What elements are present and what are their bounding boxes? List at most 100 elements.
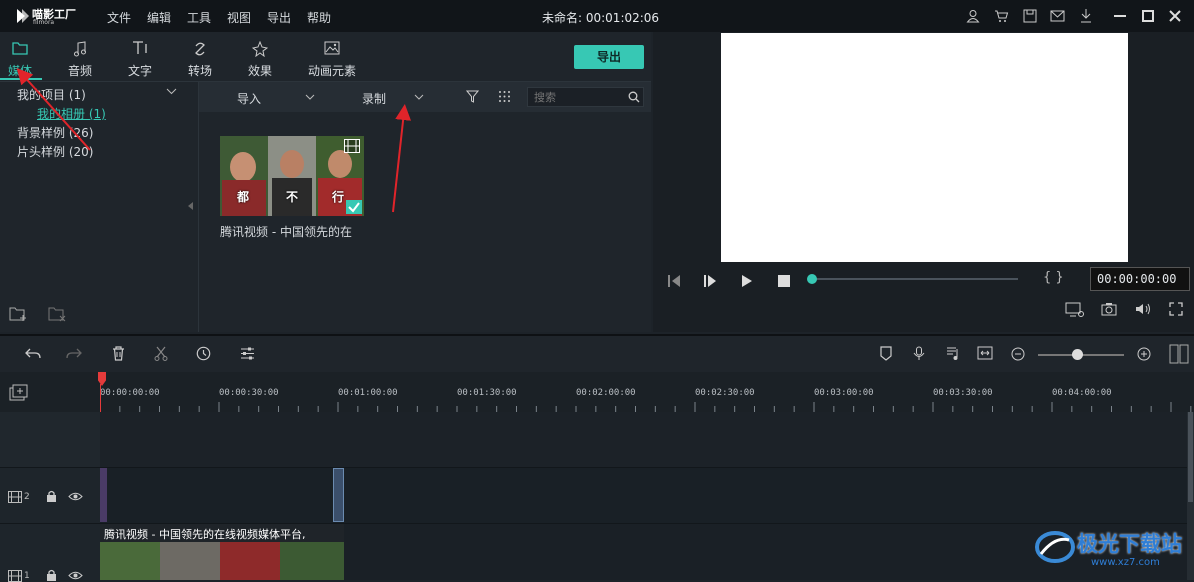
marker-icon[interactable] <box>880 346 892 361</box>
ruler-label: 00:00:30:00 <box>219 388 279 398</box>
track-header-2: 2 <box>0 467 100 523</box>
tab-effects[interactable]: 效果 <box>230 32 290 80</box>
menu-tools[interactable]: 工具 <box>187 9 211 26</box>
watermark-url: www.xz7.com <box>1091 557 1160 568</box>
record-dropdown[interactable]: 录制 <box>362 90 386 107</box>
thumb-caption-1: 都 <box>237 190 250 204</box>
tree-background-samples[interactable]: 背景样例 (26) <box>17 124 93 141</box>
adjust-icon[interactable] <box>240 346 255 361</box>
thumb-caption-2: 不 <box>286 190 299 204</box>
media-item-name: 腾讯视频 - 中国领先的在 <box>220 225 352 239</box>
zoom-in-icon[interactable] <box>1137 347 1151 361</box>
media-thumbnail[interactable]: 都 不 行 <box>220 136 364 216</box>
clip-handle-left[interactable] <box>100 468 107 522</box>
tab-elements[interactable]: 动画元素 <box>302 32 362 80</box>
collapse-panel-icon[interactable] <box>188 202 194 210</box>
timeline-scroll-thumb[interactable] <box>1188 412 1193 502</box>
delete-folder-icon[interactable] <box>48 306 68 322</box>
track-header-1: 1 <box>0 523 100 582</box>
timecode-display: 00:00:00:00 <box>1097 272 1177 286</box>
redo-icon[interactable] <box>66 347 82 361</box>
import-chevron-icon[interactable] <box>305 94 315 100</box>
track-headers: 2 1 <box>0 412 100 582</box>
menu-view[interactable]: 视图 <box>227 9 251 26</box>
fullscreen-icon[interactable] <box>1169 302 1183 316</box>
menu-edit[interactable]: 编辑 <box>147 9 171 26</box>
clip-title: 腾讯视频 - 中国领先的在线视频媒体平台, <box>104 528 306 541</box>
video-clip[interactable]: 腾讯视频 - 中国领先的在线视频媒体平台, <box>100 524 344 580</box>
export-button[interactable]: 导出 <box>574 45 644 69</box>
display-settings-icon[interactable] <box>1065 302 1085 318</box>
delete-icon[interactable] <box>112 346 125 361</box>
tab-text[interactable]: 文字 <box>110 32 170 80</box>
preview-canvas <box>721 33 1128 262</box>
thumb-caption-3: 行 <box>332 190 345 204</box>
filter-icon[interactable] <box>466 90 479 103</box>
cart-icon[interactable] <box>994 9 1009 23</box>
tree-intro-samples[interactable]: 片头样例 (20) <box>17 143 93 160</box>
prev-frame-icon[interactable] <box>667 274 681 288</box>
undo-icon[interactable] <box>25 347 41 361</box>
save-icon[interactable] <box>1023 9 1037 23</box>
lock-icon[interactable] <box>46 569 57 581</box>
playback-slider[interactable] <box>813 278 1018 280</box>
record-chevron-icon[interactable] <box>414 94 424 100</box>
microphone-icon[interactable] <box>913 346 925 361</box>
stop-icon[interactable] <box>778 275 790 287</box>
speed-icon[interactable] <box>196 346 211 361</box>
track-lane-2[interactable] <box>100 467 1194 523</box>
clip-handle-right[interactable] <box>333 468 344 522</box>
menu-export[interactable]: 导出 <box>267 9 291 26</box>
next-frame-icon[interactable] <box>703 274 717 288</box>
watermark: 极光下载站 www.xz7.com <box>1035 522 1190 578</box>
volume-icon[interactable] <box>1135 303 1151 315</box>
in-out-brackets[interactable]: { } <box>1043 270 1064 285</box>
search-input[interactable] <box>534 89 624 105</box>
zoom-out-icon[interactable] <box>1011 347 1025 361</box>
tab-media-label: 媒体 <box>7 64 32 78</box>
snapshot-icon[interactable] <box>1101 302 1117 316</box>
image-icon <box>302 41 362 57</box>
effects-icon <box>230 41 290 57</box>
play-icon[interactable] <box>741 274 753 288</box>
grid-view-icon[interactable] <box>498 90 511 103</box>
tab-audio-label: 音频 <box>67 64 92 78</box>
search-icon[interactable] <box>628 91 640 103</box>
tab-transition[interactable]: 转场 <box>170 32 230 80</box>
menu-file[interactable]: 文件 <box>107 9 131 26</box>
panel-toggle-icon[interactable] <box>1169 344 1189 364</box>
mail-icon[interactable] <box>1050 10 1065 22</box>
account-icon[interactable] <box>966 9 980 23</box>
zoom-slider-handle[interactable] <box>1072 349 1083 360</box>
eye-icon[interactable] <box>68 492 83 501</box>
track-number: 2 <box>24 492 30 502</box>
timeline-tracks[interactable]: 腾讯视频 - 中国领先的在线视频媒体平台, <box>100 412 1194 580</box>
cut-icon[interactable] <box>154 346 168 361</box>
import-dropdown[interactable]: 导入 <box>237 90 261 107</box>
tree-my-album[interactable]: 我的相册 (1) <box>37 105 106 122</box>
tab-audio[interactable]: 音频 <box>50 32 110 80</box>
transition-icon <box>170 41 230 57</box>
audio-mixer-icon[interactable] <box>946 346 960 361</box>
menu-help[interactable]: 帮助 <box>307 9 331 26</box>
eye-icon[interactable] <box>68 571 83 580</box>
timeline-ruler[interactable]: 00:00:00:00 00:00:30:00 00:01:00:00 00:01:3… <box>0 372 1194 412</box>
maximize-icon[interactable] <box>1142 10 1154 22</box>
lock-icon[interactable] <box>46 490 57 502</box>
app-logo <box>16 8 30 24</box>
playback-slider-handle[interactable] <box>807 274 817 284</box>
fit-timeline-icon[interactable] <box>977 346 993 360</box>
close-icon[interactable] <box>1169 10 1181 22</box>
tree-my-project[interactable]: 我的项目 (1) <box>17 86 86 103</box>
watermark-text: 极光下载站 <box>1077 532 1182 556</box>
timeline-toolbar <box>0 334 1194 372</box>
ruler-label: 00:01:30:00 <box>457 388 517 398</box>
title-bar: 喵影工厂 filmora 文件 编辑 工具 视图 导出 帮助 未命名: 00:0… <box>0 0 1194 32</box>
search-box[interactable] <box>527 87 644 107</box>
minimize-icon[interactable] <box>1114 15 1126 17</box>
download-icon[interactable] <box>1079 8 1093 24</box>
tab-media[interactable]: 媒体 <box>0 32 50 80</box>
add-track-icon[interactable] <box>9 384 29 402</box>
add-folder-icon[interactable] <box>9 306 29 322</box>
chevron-down-icon[interactable] <box>166 88 177 95</box>
